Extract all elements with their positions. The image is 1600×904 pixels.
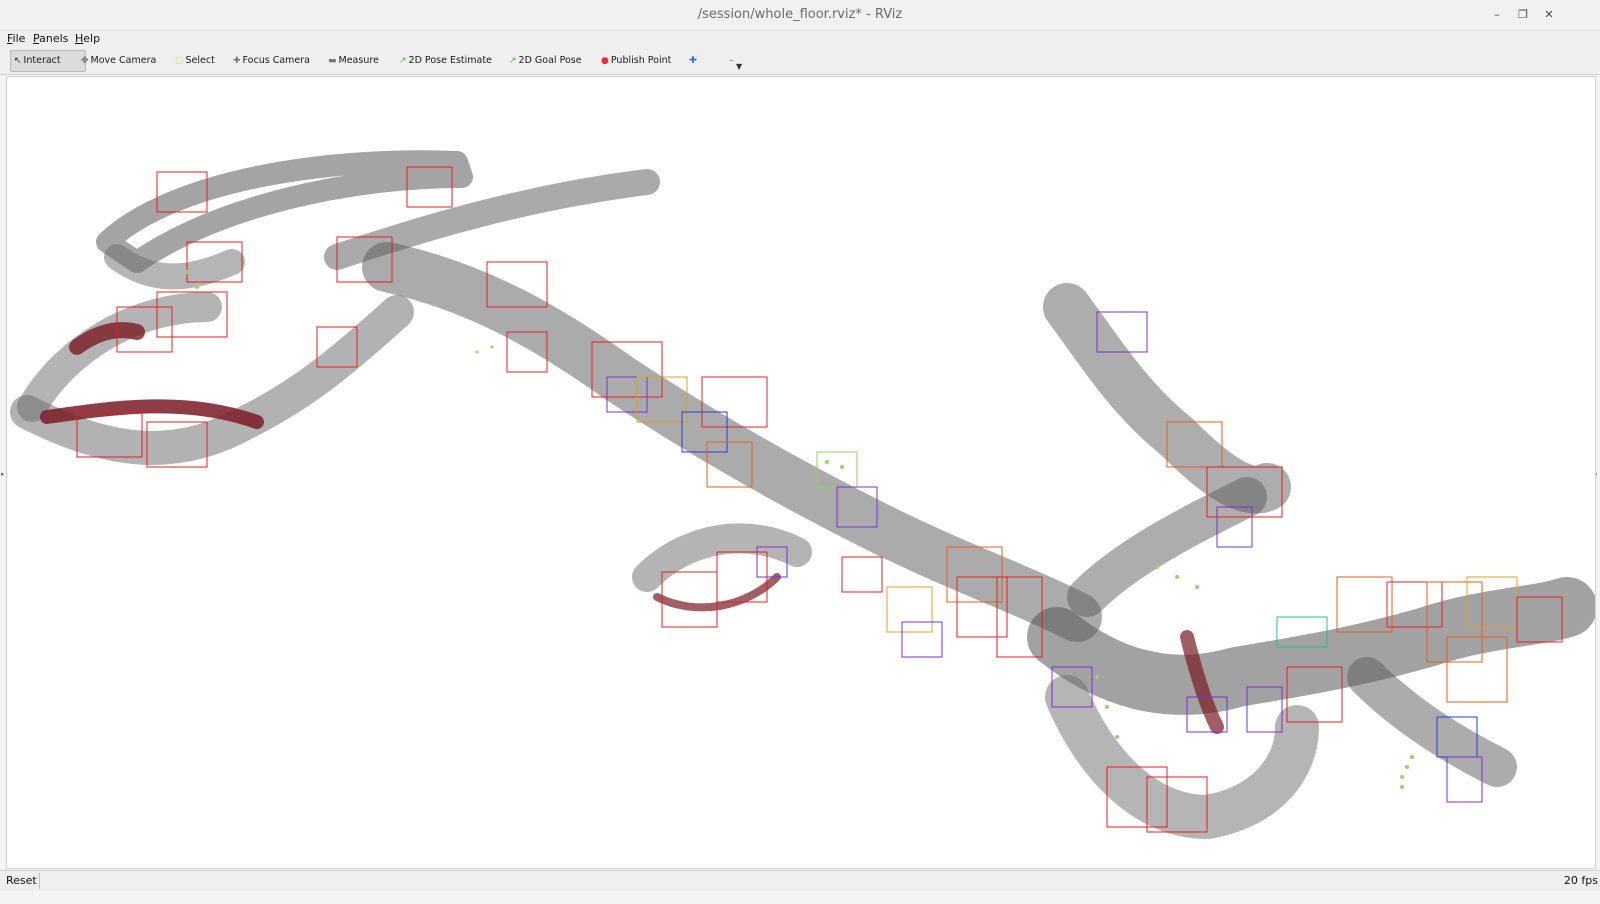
window-title: /session/whole_floor.rviz* - RViz	[697, 7, 903, 22]
tool-2d-pose-estimate[interactable]: ↗ 2D Pose Estimate	[396, 50, 495, 72]
tool-publish-point-label: Publish Point	[610, 55, 672, 66]
3d-render-view[interactable]	[6, 76, 1596, 869]
restore-icon[interactable]: ❐	[1514, 6, 1532, 24]
tool-select-label: Select	[185, 55, 215, 66]
status-separator	[39, 873, 40, 889]
tool-measure-label: Measure	[338, 55, 379, 66]
menu-file-label: ile	[12, 32, 26, 45]
tool-publish-point[interactable]: ● Publish Point	[598, 50, 674, 72]
add-tool-icon[interactable]: ✚	[686, 50, 700, 72]
tool-move-camera[interactable]: ✥ Move Camera	[78, 50, 159, 72]
focus-camera-icon: ✚	[233, 56, 241, 66]
tool-bar: ↖ Interact ✥ Move Camera ⬚ Select ✚ Focus Ca…	[0, 48, 1600, 75]
menu-help[interactable]: Help	[75, 32, 100, 45]
menu-panels-label: anels	[39, 32, 69, 45]
tool-2d-goal-pose[interactable]: ↗ 2D Goal Pose	[506, 50, 585, 72]
tool-focus-camera-label: Focus Camera	[242, 55, 310, 66]
publish-point-pin-icon: ●	[601, 56, 609, 66]
map-corridor-clouds	[10, 150, 1595, 839]
tool-move-camera-label: Move Camera	[90, 55, 157, 66]
cursor-icon: ↖	[14, 56, 22, 66]
status-bar: Reset 20 fps	[0, 870, 1600, 891]
move-camera-icon: ✥	[81, 56, 89, 66]
menu-bar: File Panels Help	[0, 31, 1600, 48]
fps-readout: 20 fps	[1563, 874, 1598, 887]
tool-interact-label: Interact	[23, 55, 61, 66]
point-cloud-map	[10, 150, 1595, 839]
reset-button[interactable]: Reset	[6, 874, 37, 887]
minimize-icon[interactable]: –	[1488, 6, 1506, 24]
tool-measure[interactable]: ▬ Measure	[325, 50, 382, 72]
tool-interact[interactable]: ↖ Interact	[10, 50, 86, 72]
pose-estimate-arrow-icon: ↗	[399, 56, 407, 66]
tool-2d-pose-estimate-label: 2D Pose Estimate	[408, 55, 492, 66]
title-bar: /session/whole_floor.rviz* - RViz – ❐ ✕	[0, 0, 1600, 31]
goal-pose-arrow-icon: ↗	[509, 56, 517, 66]
tool-select[interactable]: ⬚ Select	[172, 50, 218, 72]
tool-2d-goal-pose-label: 2D Goal Pose	[518, 55, 582, 66]
menu-file[interactable]: File	[7, 32, 25, 45]
close-icon[interactable]: ✕	[1540, 6, 1558, 24]
select-icon: ⬚	[175, 56, 184, 66]
menu-panels[interactable]: Panels	[33, 32, 68, 45]
measure-icon: ▬	[328, 56, 337, 66]
menu-help-label: elp	[83, 32, 101, 45]
tool-focus-camera[interactable]: ✚ Focus Camera	[230, 50, 313, 72]
toolbar-overflow-chevron-icon[interactable]: ▼	[733, 56, 745, 78]
